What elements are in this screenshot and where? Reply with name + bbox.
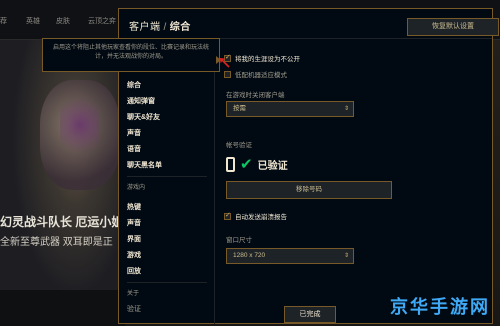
bg-nav-item: 云顶之弈	[88, 18, 116, 25]
sidebar-item-interface[interactable]: 界面	[127, 234, 141, 244]
privacy-label: 将我的生涯设为不公开	[235, 56, 300, 63]
bg-nav-item: 英雄	[26, 18, 40, 25]
privacy-checkbox-row[interactable]: 将我的生涯设为不公开	[224, 53, 300, 63]
sidebar-item-replays[interactable]: 回放	[127, 266, 141, 276]
close-client-label: 在游戏时关闭客户端	[226, 92, 285, 99]
background-promo-subtitle: 全新至尊武器 双耳即是正	[0, 237, 113, 248]
sidebar-divider	[127, 282, 207, 283]
background-bottom-strip	[0, 290, 125, 326]
window-size-label: 窗口尺寸	[226, 237, 252, 244]
privacy-tooltip: 启用这个将阻止其他玩家查看你的段位、比赛记录和玩法统计，并无法观战你的对局。	[42, 38, 220, 72]
verified-status: ✔ 已验证	[226, 157, 288, 172]
close-client-select[interactable]: 按需 ⇕	[226, 101, 354, 117]
sidebar-section-ingame: 游戏内	[127, 185, 146, 191]
title-general: 综合	[169, 22, 191, 33]
bug-report-checkbox-row[interactable]: 自动发送崩溃报告	[224, 211, 287, 221]
remove-number-button[interactable]: 移除号码	[226, 181, 392, 199]
lowspec-checkbox-row[interactable]: 低配机器适应模式	[224, 69, 287, 79]
bg-nav-item: 皮肤	[56, 18, 70, 25]
sidebar-item-voice[interactable]: 语音	[127, 144, 141, 154]
settings-content: 将我的生涯设为不公开 低配机器适应模式 在游戏时关闭客户端 按需 ⇕ 帐号验证 …	[216, 40, 492, 324]
sidebar-item-general[interactable]: 综合	[127, 80, 141, 90]
reset-defaults-button[interactable]: 恢复默认设置	[407, 18, 499, 36]
background-champion-art	[0, 40, 125, 326]
bg-nav-item: 荐	[0, 18, 7, 25]
sidebar-item-sound[interactable]: 声音	[127, 128, 141, 138]
close-client-value: 按需	[233, 105, 246, 112]
done-button[interactable]: 已完成	[284, 306, 336, 323]
settings-sidebar: 综合 通知弹窗 聊天&好友 声音 语音 聊天黑名单 游戏内 热键 声音 界面 游…	[119, 40, 215, 324]
title-separator: /	[163, 22, 167, 33]
window-size-select[interactable]: 1280 x 720 ⇕	[226, 248, 354, 264]
lowspec-checkbox[interactable]	[224, 70, 231, 78]
bug-report-checkbox[interactable]	[224, 211, 231, 220]
sidebar-item-ingame-sound[interactable]: 声音	[127, 218, 141, 228]
sidebar-item-chat-friends[interactable]: 聊天&好友	[127, 112, 160, 122]
chevron-updown-icon: ⇕	[343, 253, 349, 259]
art-shape	[60, 90, 100, 160]
watermark-logo: 京华手游网	[390, 297, 490, 317]
sidebar-item-verification[interactable]: 验证	[127, 304, 141, 314]
sidebar-section-about: 关于	[127, 291, 140, 297]
settings-header: 客户端 / 综合 恢复默认设置	[119, 9, 499, 39]
sidebar-item-hotkeys[interactable]: 热键	[127, 202, 141, 212]
sidebar-item-notifications[interactable]: 通知弹窗	[127, 96, 155, 106]
settings-title: 客户端 / 综合	[129, 18, 191, 33]
account-verify-label: 帐号验证	[226, 142, 252, 149]
red-arrow-icon	[220, 58, 230, 68]
sidebar-item-blocklist[interactable]: 聊天黑名单	[127, 160, 162, 170]
background-promo-title: 幻灵战斗队长 厄运小姐	[0, 215, 124, 229]
sidebar-item-game[interactable]: 游戏	[127, 250, 141, 260]
window-size-value: 1280 x 720	[233, 252, 266, 259]
lowspec-label: 低配机器适应模式	[235, 72, 287, 79]
verified-text: 已验证	[257, 161, 288, 172]
checkmark-icon: ✔	[240, 156, 253, 173]
sidebar-divider	[127, 176, 207, 177]
bug-report-label: 自动发送崩溃报告	[235, 214, 287, 221]
title-client: 客户端	[129, 22, 161, 33]
phone-icon	[226, 157, 235, 172]
chevron-updown-icon: ⇕	[343, 106, 349, 112]
